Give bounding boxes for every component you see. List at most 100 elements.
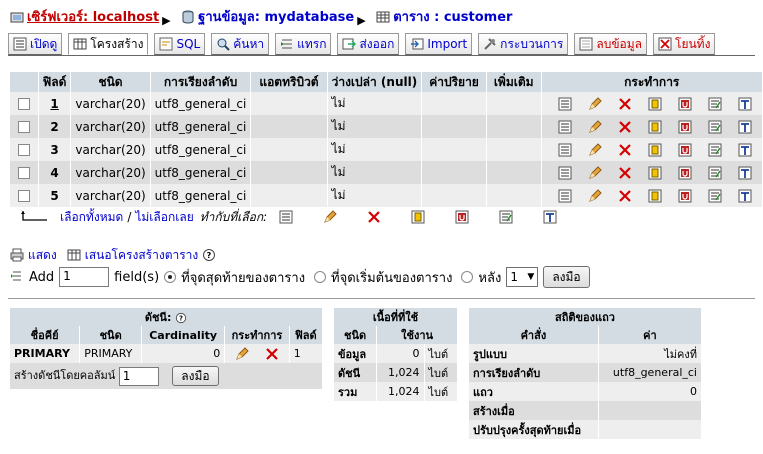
- help-icon[interactable]: [175, 312, 187, 324]
- help-icon[interactable]: [202, 248, 216, 262]
- server-icon: [10, 10, 24, 24]
- row-checkbox-cell: [10, 161, 39, 184]
- edit-icon[interactable]: [588, 97, 602, 111]
- primary-key-icon[interactable]: [648, 189, 662, 203]
- print-icon[interactable]: [10, 248, 24, 262]
- row-checkbox[interactable]: [17, 98, 30, 110]
- unique-icon[interactable]: [678, 120, 692, 134]
- primary-key-icon[interactable]: [648, 143, 662, 157]
- tab-sql[interactable]: SQL: [154, 33, 206, 55]
- index-icon[interactable]: [708, 189, 722, 203]
- radio-end-label[interactable]: ที่จุดสุดท้ายของตาราง: [181, 267, 305, 288]
- tab-browse[interactable]: เปิดดู: [8, 33, 63, 55]
- drop-icon[interactable]: [618, 143, 632, 157]
- edit-icon[interactable]: [588, 120, 602, 134]
- browse-distinct-icon[interactable]: [558, 166, 572, 180]
- tab-empty[interactable]: ลบข้อมูล: [574, 33, 647, 55]
- space-header-type: ชนิด: [334, 326, 378, 344]
- primary-key-icon[interactable]: [648, 97, 662, 111]
- add-count-input[interactable]: 1: [59, 267, 110, 287]
- tab-export[interactable]: ส่งออก: [337, 33, 400, 55]
- edit-selected-icon[interactable]: [323, 210, 337, 224]
- breadcrumb-database[interactable]: ฐานข้อมูล: mydatabase: [181, 6, 354, 27]
- browse-distinct-icon[interactable]: [558, 189, 572, 203]
- check-all-link[interactable]: เลือกทั้งหมด: [60, 208, 123, 227]
- row-checkbox[interactable]: [17, 121, 30, 133]
- row-null: ไม่: [327, 115, 423, 138]
- unique-selected-icon[interactable]: [455, 210, 469, 224]
- drop-icon[interactable]: [265, 347, 279, 361]
- radio-begin-of-table[interactable]: [314, 271, 327, 283]
- radio-end-of-table[interactable]: [164, 271, 177, 283]
- breadcrumb-table-label[interactable]: ตาราง : customer: [393, 6, 512, 27]
- breadcrumb-server[interactable]: เซิร์ฟเวอร์: localhost: [10, 6, 159, 27]
- propose-structure-icon[interactable]: [67, 248, 81, 262]
- header-field[interactable]: ฟิลด์: [38, 72, 72, 92]
- index-icon[interactable]: [708, 143, 722, 157]
- edit-icon[interactable]: [588, 143, 602, 157]
- fulltext-icon[interactable]: [738, 120, 752, 134]
- primary-key-icon[interactable]: [648, 120, 662, 134]
- radio-after-label[interactable]: หลัง: [478, 267, 501, 288]
- fulltext-icon[interactable]: [738, 189, 752, 203]
- row-field[interactable]: 1: [38, 92, 72, 115]
- row-field[interactable]: 4: [38, 161, 72, 184]
- breadcrumb-server-label[interactable]: เซิร์ฟเวอร์: localhost: [27, 6, 159, 27]
- radio-after[interactable]: [461, 271, 474, 283]
- fulltext-icon[interactable]: [738, 166, 752, 180]
- browse-distinct-icon[interactable]: [558, 143, 572, 157]
- after-field-select[interactable]: 1 ▼: [506, 267, 539, 287]
- tab-operations[interactable]: กระบวนการ: [478, 33, 569, 55]
- header-collation: การเรียงลำดับ: [150, 72, 252, 92]
- tab-structure[interactable]: โครงสร้าง: [68, 33, 149, 55]
- unique-icon[interactable]: [678, 166, 692, 180]
- row-field[interactable]: 3: [38, 138, 72, 161]
- create-index-go-button[interactable]: ลงมือ: [172, 366, 219, 386]
- row-checkbox[interactable]: [17, 167, 30, 179]
- tab-drop[interactable]: โยนทิ้ง: [653, 33, 716, 55]
- primary-selected-icon[interactable]: [411, 210, 425, 224]
- print-view-link[interactable]: แสดง: [28, 246, 57, 265]
- browse-distinct-icon[interactable]: [558, 97, 572, 111]
- edit-icon[interactable]: [588, 166, 602, 180]
- fulltext-icon[interactable]: [738, 143, 752, 157]
- drop-icon[interactable]: [618, 120, 632, 134]
- drop-icon[interactable]: [618, 166, 632, 180]
- browse-distinct-icon[interactable]: [558, 120, 572, 134]
- unique-icon[interactable]: [678, 143, 692, 157]
- drop-selected-icon[interactable]: [367, 210, 381, 224]
- radio-begin-label[interactable]: ที่จุดเริ่มต้นของตาราง: [331, 267, 452, 288]
- row-field[interactable]: 2: [38, 115, 72, 138]
- breadcrumb-table[interactable]: ตาราง : customer: [376, 6, 512, 27]
- header-type: ชนิด: [70, 72, 151, 92]
- unique-icon[interactable]: [678, 97, 692, 111]
- fulltext-selected-icon[interactable]: [543, 210, 557, 224]
- breadcrumb-database-label[interactable]: ฐานข้อมูล: mydatabase: [198, 6, 354, 27]
- tab-search[interactable]: ค้นหา: [211, 33, 270, 55]
- tab-insert[interactable]: แทรก: [275, 33, 332, 55]
- index-icon[interactable]: [708, 120, 722, 134]
- drop-icon[interactable]: [618, 189, 632, 203]
- space-type: ข้อมูล: [334, 344, 378, 363]
- stats-header-row: คำสั่ง ค่า: [469, 326, 703, 344]
- fulltext-icon[interactable]: [738, 97, 752, 111]
- row-checkbox[interactable]: [17, 190, 30, 202]
- with-selected-label: ทำกับที่เลือก:: [199, 209, 268, 224]
- row-checkbox[interactable]: [17, 144, 30, 156]
- drop-icon[interactable]: [618, 97, 632, 111]
- edit-icon[interactable]: [235, 347, 249, 361]
- index-icon[interactable]: [708, 166, 722, 180]
- index-icon[interactable]: [708, 97, 722, 111]
- add-go-button[interactable]: ลงมือ: [543, 266, 590, 288]
- create-index-input[interactable]: 1: [118, 366, 159, 386]
- unique-icon[interactable]: [678, 189, 692, 203]
- row-extra: [486, 115, 542, 138]
- edit-icon[interactable]: [588, 189, 602, 203]
- browse-selected-icon[interactable]: [279, 210, 293, 224]
- row-field[interactable]: 5: [38, 184, 72, 207]
- tab-import[interactable]: Import: [405, 33, 473, 55]
- primary-key-icon[interactable]: [648, 166, 662, 180]
- propose-structure-link[interactable]: เสนอโครงสร้างตาราง: [85, 246, 199, 265]
- uncheck-all-link[interactable]: ไม่เลือกเลย: [135, 208, 193, 227]
- index-selected-icon[interactable]: [499, 210, 513, 224]
